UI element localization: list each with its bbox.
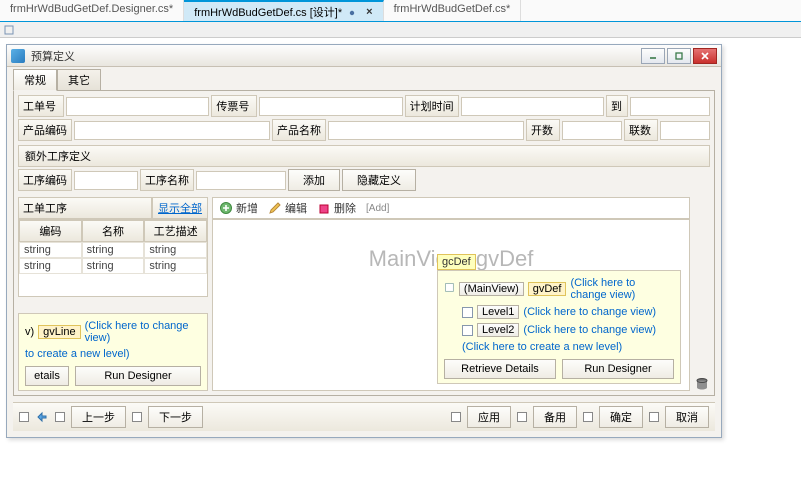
ide-tab-label: frmHrWdBudGetDef.cs [设计]* [194,4,342,20]
label-proc-code: 工序编码 [18,169,72,191]
designer-surface: 预算定义 常规 其它 [0,38,801,500]
add-button[interactable]: 添加 [288,169,340,191]
left-view-designer: v) gvLine (Click here to change view) to… [18,313,208,391]
title-bar[interactable]: 预算定义 [7,45,721,67]
label-copies: 联数 [624,119,658,141]
change-view-link[interactable]: (Click here to change view) [85,320,201,344]
pencil-icon [268,201,282,215]
create-new-level-link[interactable]: (Click here to create a new level) [462,341,622,353]
input-product-code[interactable] [74,121,270,140]
maximize-button[interactable] [667,48,691,64]
input-voucher[interactable] [259,97,402,116]
doc-icon [444,282,455,296]
ide-tab-strip: frmHrWdBudGetDef.Designer.cs* frmHrWdBud… [0,0,801,22]
add-hint[interactable]: [Add] [366,203,389,214]
window-title: 预算定义 [31,48,639,64]
label-product-code: 产品编码 [18,119,72,141]
group-extra-proc: 额外工序定义 [18,145,710,167]
pin-icon[interactable] [348,8,356,16]
level2-change-view[interactable]: (Click here to change view) [523,324,656,336]
col-name[interactable]: 名称 [82,220,145,242]
input-copies[interactable] [660,121,710,140]
create-level-link[interactable]: to create a new level) [25,348,130,360]
gvdef-box[interactable]: gvDef [528,282,567,296]
ide-tab-design-view[interactable]: frmHrWdBudGetDef.cs [设计]* × [184,0,383,21]
input-proc-name[interactable] [196,171,286,190]
ide-tab-code[interactable]: frmHrWdBudGetDef.cs* [384,0,522,21]
level2-box[interactable]: Level2 [477,323,519,337]
hide-def-button[interactable]: 隐藏定义 [342,169,416,191]
label-proc-name: 工序名称 [140,169,194,191]
label-to: 到 [606,95,628,117]
form-footer: 上一步 下一步 应用 备用 确定 取消 [13,402,715,431]
ok-button[interactable]: 确定 [599,406,643,428]
database-icon[interactable] [695,377,709,391]
gvline-box[interactable]: gvLine [38,325,80,339]
cmd-delete[interactable]: 删除 [317,200,356,216]
show-all-link[interactable]: 显示全部 [152,197,208,219]
footer-marker [451,412,461,422]
form-tab-strip: 常规 其它 [13,71,715,91]
cmd-edit[interactable]: 编辑 [268,200,307,216]
details-button-trunc[interactable]: etails [25,366,69,386]
cmd-new[interactable]: 新增 [219,200,258,216]
tab-other[interactable]: 其它 [57,69,101,91]
label-plan-time: 计划时间 [405,95,459,117]
input-plan-time-from[interactable] [461,97,604,116]
minimize-button[interactable] [641,48,665,64]
nav-icon[interactable] [35,410,49,424]
level2-checkbox[interactable] [462,325,473,336]
ide-tab-designer[interactable]: frmHrWdBudGetDef.Designer.cs* [0,0,184,21]
label-open-qty: 开数 [526,119,560,141]
retrieve-details-button[interactable]: Retrieve Details [444,359,556,379]
toolbar-icon[interactable] [4,25,14,35]
footer-marker [583,412,593,422]
change-view-link-gv[interactable]: (Click here to change view) [570,277,674,301]
mainview-box[interactable]: (MainView) [459,282,524,296]
level1-change-view[interactable]: (Click here to change view) [523,306,656,318]
next-button[interactable]: 下一步 [148,406,203,428]
col-code[interactable]: 编码 [19,220,82,242]
tab-content: 工单号 传票号 计划时间 到 产品编码 产品名称 开数 [13,90,715,396]
prev-button[interactable]: 上一步 [71,406,126,428]
apply-button[interactable]: 应用 [467,406,511,428]
command-bar: 新增 编辑 [212,197,690,219]
label-product-name: 产品名称 [272,119,326,141]
main-grid-area[interactable]: MainView: gvDef gcDef (MainView [212,219,690,391]
cancel-button[interactable]: 取消 [665,406,709,428]
input-product-name[interactable] [328,121,524,140]
backup-button[interactable]: 备用 [533,406,577,428]
input-open-qty[interactable] [562,121,622,140]
input-work-order[interactable] [66,97,209,116]
footer-marker [132,412,142,422]
close-button[interactable] [693,48,717,64]
left-grid[interactable]: 编码 名称 工艺描述 string string string [18,219,208,297]
level1-checkbox[interactable] [462,307,473,318]
left-panel-title: 工单工序 [18,197,152,219]
plus-icon [219,201,233,215]
footer-marker [517,412,527,422]
close-tab-icon[interactable]: × [366,6,372,18]
footer-marker [649,412,659,422]
input-proc-code[interactable] [74,171,138,190]
ide-toolbar [0,22,801,38]
table-row[interactable]: string string string [19,258,207,274]
col-desc[interactable]: 工艺描述 [144,220,207,242]
app-icon [11,49,25,63]
run-designer-button-left[interactable]: Run Designer [75,366,201,386]
view-token: v) [25,326,34,338]
gcdef-title: gcDef [437,254,476,270]
level1-box[interactable]: Level1 [477,305,519,319]
run-designer-button[interactable]: Run Designer [562,359,674,379]
footer-marker [55,412,65,422]
gcdef-smart-panel: gcDef (MainView) gvDef [437,254,681,384]
label-voucher: 传票号 [211,95,257,117]
label-work-order: 工单号 [18,95,64,117]
table-row[interactable]: string string string [19,242,207,258]
footer-marker [19,412,29,422]
delete-icon [317,201,331,215]
form-window: 预算定义 常规 其它 [6,44,722,438]
tab-general[interactable]: 常规 [13,69,57,91]
input-plan-time-to[interactable] [630,97,710,116]
